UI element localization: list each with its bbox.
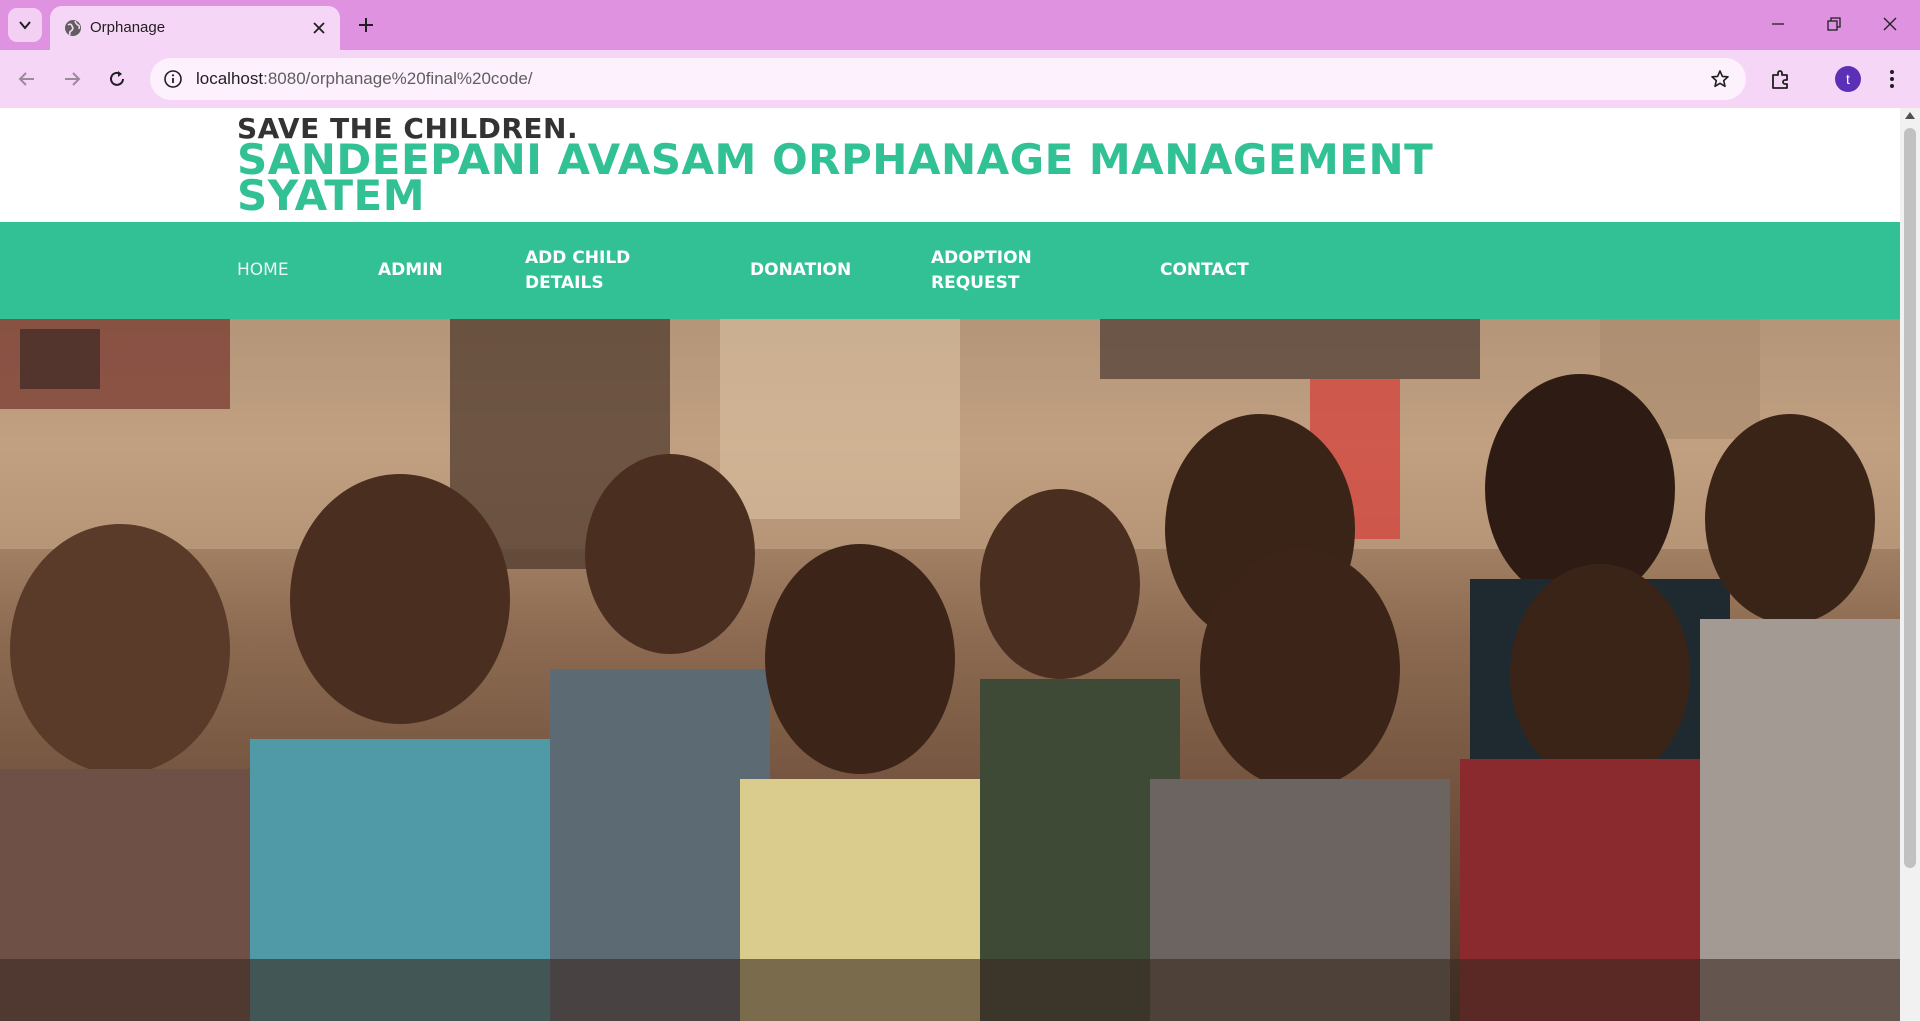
close-window-button[interactable] [1867,5,1913,43]
new-tab-button[interactable] [350,9,382,41]
nav-adoption-line2: REQUEST [931,273,1020,293]
chevron-down-icon [19,21,31,30]
profile-avatar[interactable]: t [1835,66,1861,92]
page-scrollbar[interactable] [1900,108,1920,1021]
arrow-left-icon [18,72,34,86]
site-info-icon[interactable] [160,66,186,92]
browser-tab-strip: Orphanage [0,0,1920,50]
globe-icon [64,19,82,37]
main-nav: HOME ADMIN ADD CHILD DETAILS DONATION AD… [0,222,1900,319]
url-host: localhost [196,69,264,88]
scroll-thumb[interactable] [1904,128,1916,868]
nav-donation[interactable]: DONATION [750,258,851,283]
site-title: SANDEEPANI AVASAM ORPHANAGE MANAGEMENT S… [237,135,1434,220]
more-vertical-icon [1890,70,1894,88]
nav-contact[interactable]: CONTACT [1160,258,1249,283]
forward-button[interactable] [55,62,89,96]
bookmark-star-icon[interactable] [1708,67,1732,91]
restore-button[interactable] [1811,5,1857,43]
reload-button[interactable] [100,62,134,96]
arrow-right-icon [65,72,81,86]
restore-icon [1827,17,1841,31]
hero-image [0,319,1900,1021]
nav-home[interactable]: HOME [237,258,289,283]
nav-add-child-line1: ADD CHILD [525,248,631,268]
page-viewport: SAVE THE CHILDREN. SANDEEPANI AVASAM ORP… [0,108,1920,1021]
puzzle-icon [1772,70,1788,89]
nav-admin[interactable]: ADMIN [378,258,443,283]
browser-tab[interactable]: Orphanage [50,6,340,50]
children-photo [0,319,1900,1021]
nav-add-child-line2: DETAILS [525,273,604,293]
address-bar[interactable]: localhost:8080/orphanage%20final%20code/ [150,58,1746,100]
nav-adoption-line1: ADOPTION [931,248,1032,268]
back-button[interactable] [10,62,44,96]
close-icon [1883,17,1897,31]
scroll-up-arrow-icon[interactable] [1905,112,1915,119]
tab-title: Orphanage [90,19,166,36]
reload-icon [110,71,124,86]
browser-toolbar: localhost:8080/orphanage%20final%20code/… [0,50,1920,108]
extensions-button[interactable] [1764,62,1798,96]
browser-menu-button[interactable] [1875,62,1909,96]
nav-adoption-request[interactable]: ADOPTION REQUEST [931,246,1032,296]
plus-icon [359,18,373,32]
minimize-icon [1772,23,1784,25]
close-tab-icon[interactable] [308,17,330,39]
minimize-button[interactable] [1755,5,1801,43]
tab-search-button[interactable] [8,8,42,42]
url-path: :8080/orphanage%20final%20code/ [263,69,533,88]
site-header: SAVE THE CHILDREN. SANDEEPANI AVASAM ORP… [0,108,1900,222]
nav-add-child-details[interactable]: ADD CHILD DETAILS [525,246,630,296]
url-text: localhost:8080/orphanage%20final%20code/ [196,69,533,89]
